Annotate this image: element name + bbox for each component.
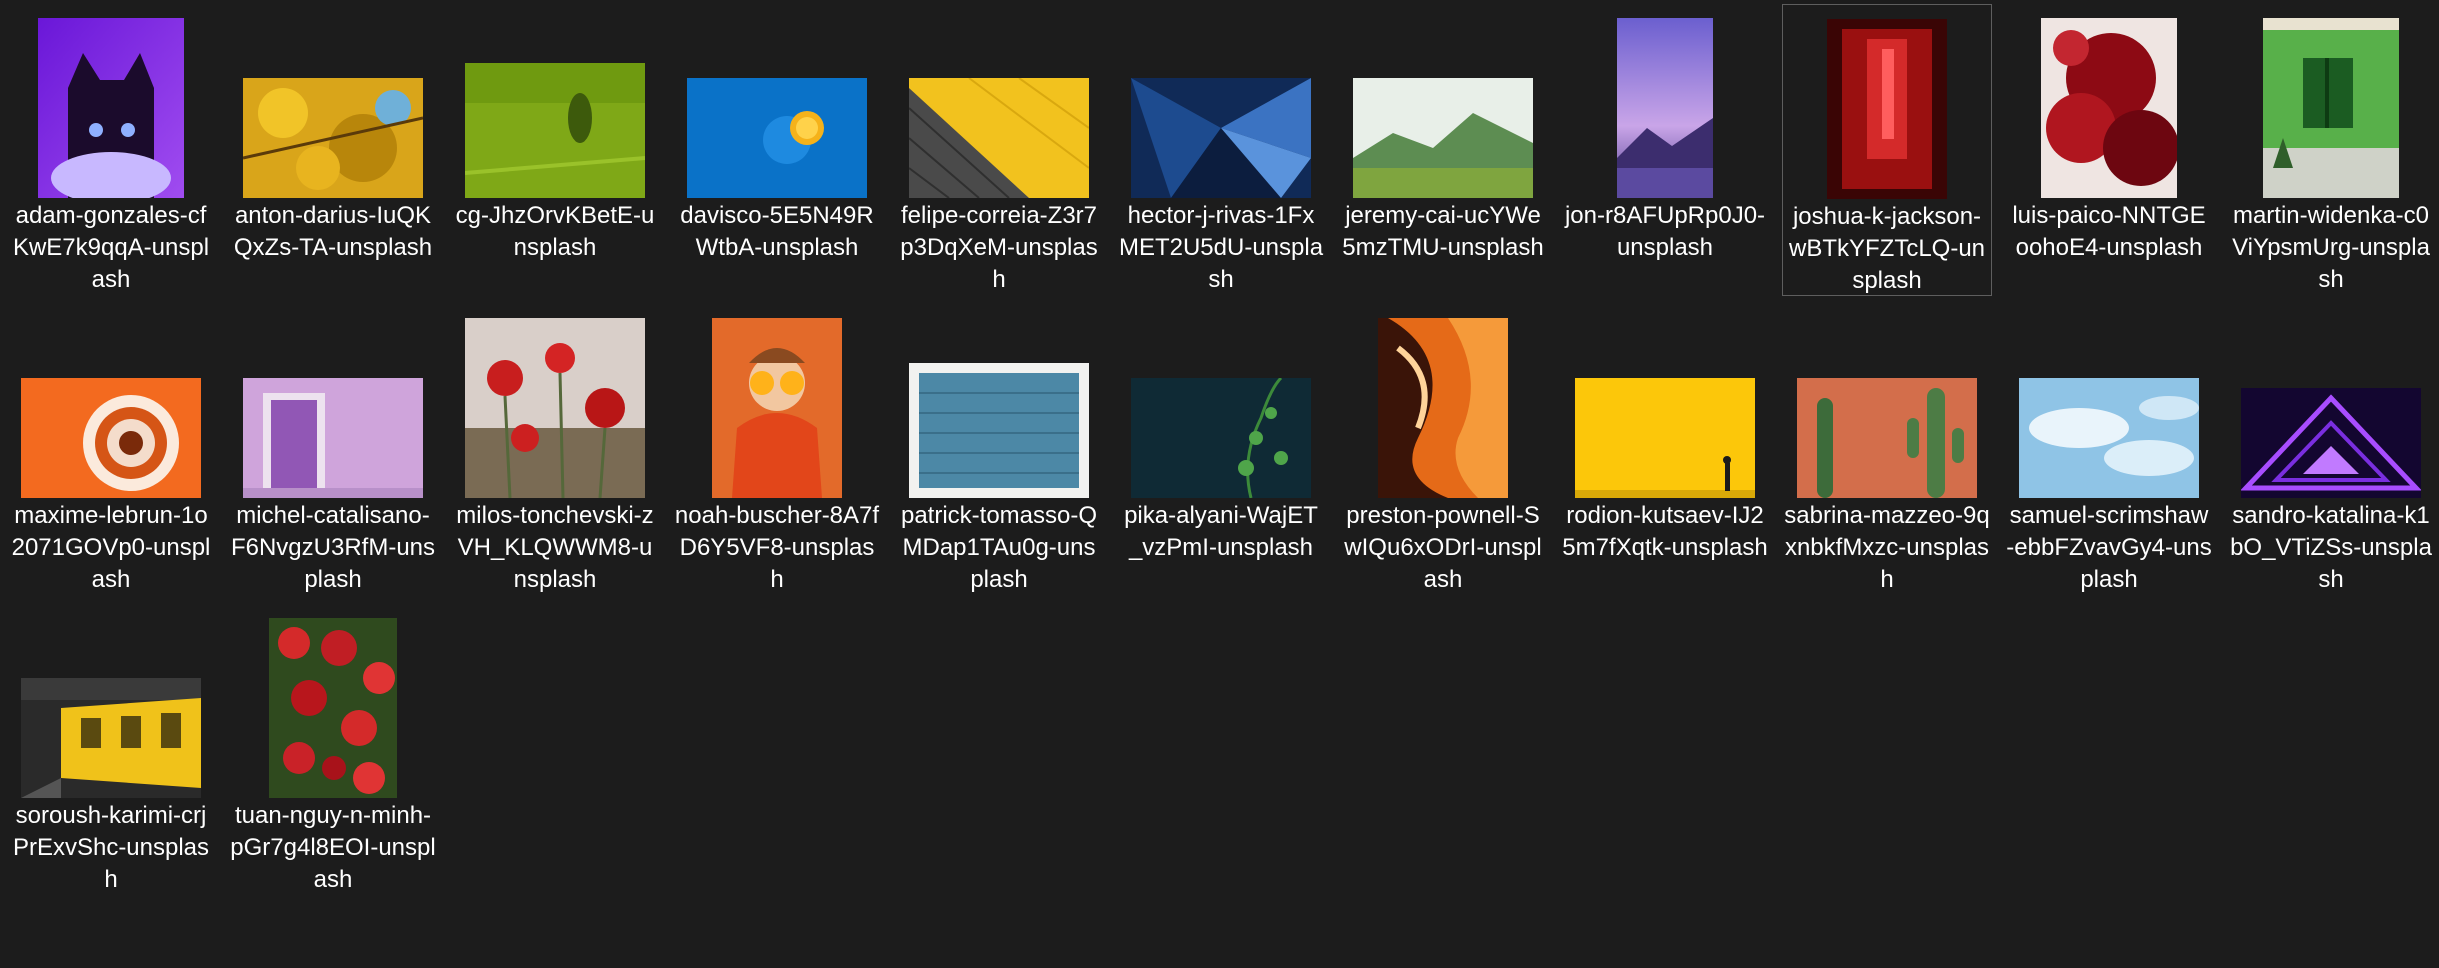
file-name-label: tuan-nguy-n-minh-pGr7g4l8EOI-unsplash xyxy=(230,802,436,893)
file-item[interactable]: luis-paico-NNTGEoohoE4-unsplash xyxy=(2004,4,2214,296)
file-name-label: luis-paico-NNTGEoohoE4-unsplash xyxy=(2012,202,2206,261)
file-name-label: martin-widenka-c0ViYpsmUrg-unsplash xyxy=(2232,202,2430,293)
file-thumbnail[interactable] xyxy=(2019,378,2199,498)
file-name-label: sabrina-mazzeo-9qxnbkfMxzc-unsplash xyxy=(1784,502,1990,593)
file-name-label: maxime-lebrun-1o2071GOVp0-unsplash xyxy=(11,502,211,593)
file-name-label: adam-gonzales-cfKwE7k9qqA-unsplash xyxy=(12,202,210,293)
file-thumbnail[interactable] xyxy=(687,78,867,198)
file-name-label: felipe-correia-Z3r7p3DqXeM-unsplash xyxy=(900,202,1098,293)
file-thumbnail[interactable] xyxy=(269,618,397,798)
file-grid-view: adam-gonzales-cfKwE7k9qqA-unsplash anton… xyxy=(0,0,2439,968)
file-thumbnail[interactable] xyxy=(1575,378,1755,498)
file-thumbnail[interactable] xyxy=(1131,78,1311,198)
file-thumbnail[interactable] xyxy=(2241,388,2421,498)
file-item[interactable]: samuel-scrimshaw-ebbFZvavGy4-unsplash xyxy=(2004,304,2214,596)
file-name-label: michel-catalisano-F6NvgzU3RfM-unsplash xyxy=(230,502,436,593)
file-item[interactable]: rodion-kutsaev-IJ25m7fXqtk-unsplash xyxy=(1560,304,1770,596)
file-thumbnail[interactable] xyxy=(1797,378,1977,498)
file-item[interactable]: sabrina-mazzeo-9qxnbkfMxzc-unsplash xyxy=(1782,304,1992,596)
file-item[interactable]: noah-buscher-8A7fD6Y5VF8-unsplash xyxy=(672,304,882,596)
file-thumbnail[interactable] xyxy=(1131,378,1311,498)
file-name-label: hector-j-rivas-1FxMET2U5dU-unsplash xyxy=(1118,202,1324,293)
file-thumbnail[interactable] xyxy=(909,78,1089,198)
file-thumbnail[interactable] xyxy=(243,378,423,498)
file-item[interactable]: milos-tonchevski-zVH_KLQWWM8-unsplash xyxy=(450,304,660,596)
file-name-label: sandro-katalina-k1bO_VTiZSs-unsplash xyxy=(2230,502,2432,593)
file-name-label: samuel-scrimshaw-ebbFZvavGy4-unsplash xyxy=(2006,502,2212,593)
file-name-label: pika-alyani-WajET_vzPmI-unsplash xyxy=(1124,502,1318,561)
file-name-label: preston-pownell-SwIQu6xODrI-unsplash xyxy=(1344,502,1542,593)
file-thumbnail[interactable] xyxy=(21,378,201,498)
file-item[interactable]: davisco-5E5N49RWtbA-unsplash xyxy=(672,4,882,296)
file-name-label: jeremy-cai-ucYWe5mzTMU-unsplash xyxy=(1342,202,1544,261)
file-item[interactable]: soroush-karimi-crjPrExvShc-unsplash xyxy=(6,604,216,896)
file-item[interactable]: pika-alyani-WajET_vzPmI-unsplash xyxy=(1116,304,1326,596)
file-item[interactable]: cg-JhzOrvKBetE-unsplash xyxy=(450,4,660,296)
file-item[interactable]: sandro-katalina-k1bO_VTiZSs-unsplash xyxy=(2226,304,2436,596)
file-name-label: davisco-5E5N49RWtbA-unsplash xyxy=(680,202,874,261)
file-item[interactable]: tuan-nguy-n-minh-pGr7g4l8EOI-unsplash xyxy=(228,604,438,896)
file-name-label: rodion-kutsaev-IJ25m7fXqtk-unsplash xyxy=(1562,502,1768,561)
file-thumbnail[interactable] xyxy=(465,318,645,498)
file-thumbnail[interactable] xyxy=(243,78,423,198)
file-thumbnail[interactable] xyxy=(1353,78,1533,198)
file-thumbnail[interactable] xyxy=(1617,18,1713,198)
file-name-label: anton-darius-IuQKQxZs-TA-unsplash xyxy=(233,202,433,261)
file-name-label: jon-r8AFUpRp0J0-unsplash xyxy=(1564,202,1766,261)
file-name-label: noah-buscher-8A7fD6Y5VF8-unsplash xyxy=(674,502,880,593)
file-item[interactable]: joshua-k-jackson-wBTkYFZTcLQ-unsplash xyxy=(1782,4,1992,296)
file-name-label: milos-tonchevski-zVH_KLQWWM8-unsplash xyxy=(456,502,654,593)
file-thumbnail[interactable] xyxy=(2263,18,2399,198)
file-item[interactable]: jeremy-cai-ucYWe5mzTMU-unsplash xyxy=(1338,4,1548,296)
file-item[interactable]: adam-gonzales-cfKwE7k9qqA-unsplash xyxy=(6,4,216,296)
file-item[interactable]: anton-darius-IuQKQxZs-TA-unsplash xyxy=(228,4,438,296)
file-thumbnail[interactable] xyxy=(909,363,1089,498)
file-name-label: soroush-karimi-crjPrExvShc-unsplash xyxy=(12,802,210,893)
file-name-label: cg-JhzOrvKBetE-unsplash xyxy=(455,202,655,261)
file-name-label: joshua-k-jackson-wBTkYFZTcLQ-unsplash xyxy=(1788,203,1986,294)
file-item[interactable]: michel-catalisano-F6NvgzU3RfM-unsplash xyxy=(228,304,438,596)
file-thumbnail[interactable] xyxy=(21,678,201,798)
file-item[interactable]: hector-j-rivas-1FxMET2U5dU-unsplash xyxy=(1116,4,1326,296)
file-thumbnail[interactable] xyxy=(465,63,645,198)
file-item[interactable]: maxime-lebrun-1o2071GOVp0-unsplash xyxy=(6,304,216,596)
file-item[interactable]: martin-widenka-c0ViYpsmUrg-unsplash xyxy=(2226,4,2436,296)
file-name-label: patrick-tomasso-QMDap1TAu0g-unsplash xyxy=(900,502,1098,593)
file-thumbnail[interactable] xyxy=(1378,318,1508,498)
file-thumbnail[interactable] xyxy=(2041,18,2177,198)
file-thumbnail[interactable] xyxy=(1827,19,1947,199)
file-item[interactable]: jon-r8AFUpRp0J0-unsplash xyxy=(1560,4,1770,296)
file-item[interactable]: patrick-tomasso-QMDap1TAu0g-unsplash xyxy=(894,304,1104,596)
file-item[interactable]: preston-pownell-SwIQu6xODrI-unsplash xyxy=(1338,304,1548,596)
file-item[interactable]: felipe-correia-Z3r7p3DqXeM-unsplash xyxy=(894,4,1104,296)
file-thumbnail[interactable] xyxy=(712,318,842,498)
file-thumbnail[interactable] xyxy=(38,18,184,198)
